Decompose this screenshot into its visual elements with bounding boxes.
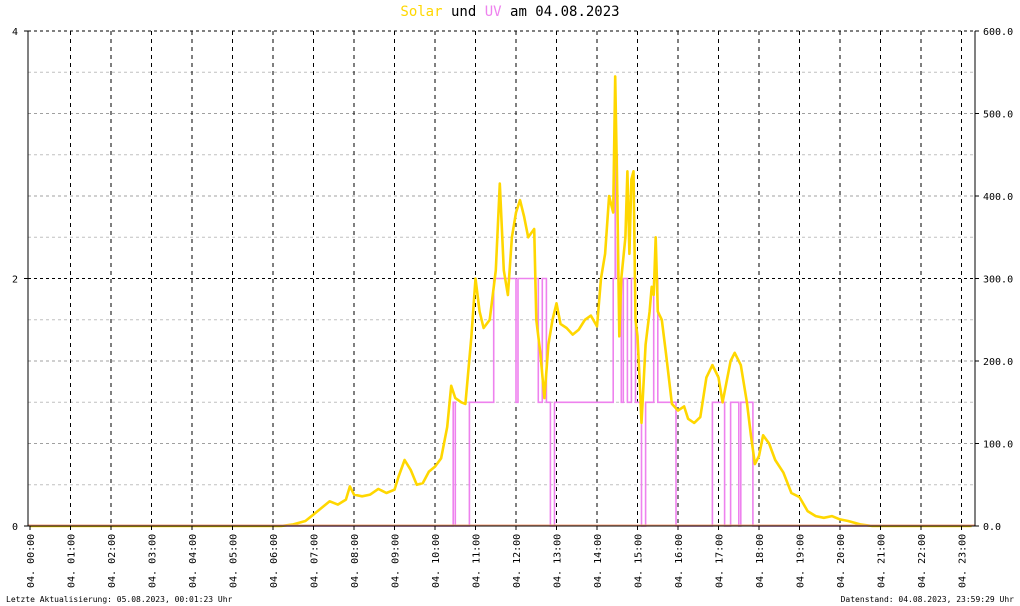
axis-layer: 0 2 4 0.0 100.0 200.0 300.0 400.0 500.0 600.0 04. … [12, 27, 1013, 588]
x-tick-label: 04. 12:00 [512, 534, 523, 588]
x-tick-label: 04. 20:00 [836, 534, 847, 588]
right-tick-label: 100.0 [983, 440, 1013, 451]
x-tick-label: 04. 04:00 [188, 534, 199, 588]
x-tick-label: 04. 11:00 [472, 534, 483, 588]
x-tick-label: 04. 19:00 [796, 534, 807, 588]
x-tick-label: 04. 02:00 [107, 534, 118, 588]
right-tick-label: 600.0 [983, 27, 1013, 38]
x-tick-label: 04. 14:00 [593, 534, 604, 588]
series-solar [30, 75, 972, 528]
series-layer [28, 75, 975, 528]
x-tick-label: 04. 16:00 [674, 534, 685, 588]
right-tick-label: 0.0 [983, 522, 1001, 533]
right-tick-label: 200.0 [983, 357, 1013, 368]
left-tick-label: 2 [12, 275, 18, 286]
x-tick-label: 04. 09:00 [391, 534, 402, 588]
x-tick-label: 04. 15:00 [634, 534, 645, 588]
right-tick-label: 500.0 [983, 110, 1013, 121]
x-tick-label: 04. 23:00 [958, 534, 969, 588]
left-tick-label: 4 [12, 27, 18, 38]
footer-last-update: Letzte Aktualisierung: 05.08.2023, 00:01… [6, 595, 233, 604]
right-tick-label: 300.0 [983, 275, 1013, 286]
x-tick-label: 04. 01:00 [67, 534, 78, 588]
x-tick-label: 04. 06:00 [269, 534, 280, 588]
x-tick-label: 04. 10:00 [431, 534, 442, 588]
x-tick-label: 04. 18:00 [755, 534, 766, 588]
x-tick-label: 04. 00:00 [26, 534, 37, 588]
right-tick-label: 400.0 [983, 192, 1013, 203]
footer-data-state: Datenstand: 04.08.2023, 23:59:29 Uhr [840, 595, 1014, 604]
solar-uv-chart: 0 2 4 0.0 100.0 200.0 300.0 400.0 500.0 600.0 04. … [12, 27, 1013, 588]
x-tick-label: 04. 17:00 [715, 534, 726, 588]
x-tick-label: 04. 22:00 [917, 534, 928, 588]
x-tick-label: 04. 08:00 [350, 534, 361, 588]
x-tick-label: 04. 13:00 [553, 534, 564, 588]
x-tick-label: 04. 21:00 [877, 534, 888, 588]
x-tick-label: 04. 05:00 [229, 534, 240, 588]
left-tick-label: 0 [12, 522, 18, 533]
x-tick-label: 04. 07:00 [310, 534, 321, 588]
x-tick-label: 04. 03:00 [148, 534, 159, 588]
